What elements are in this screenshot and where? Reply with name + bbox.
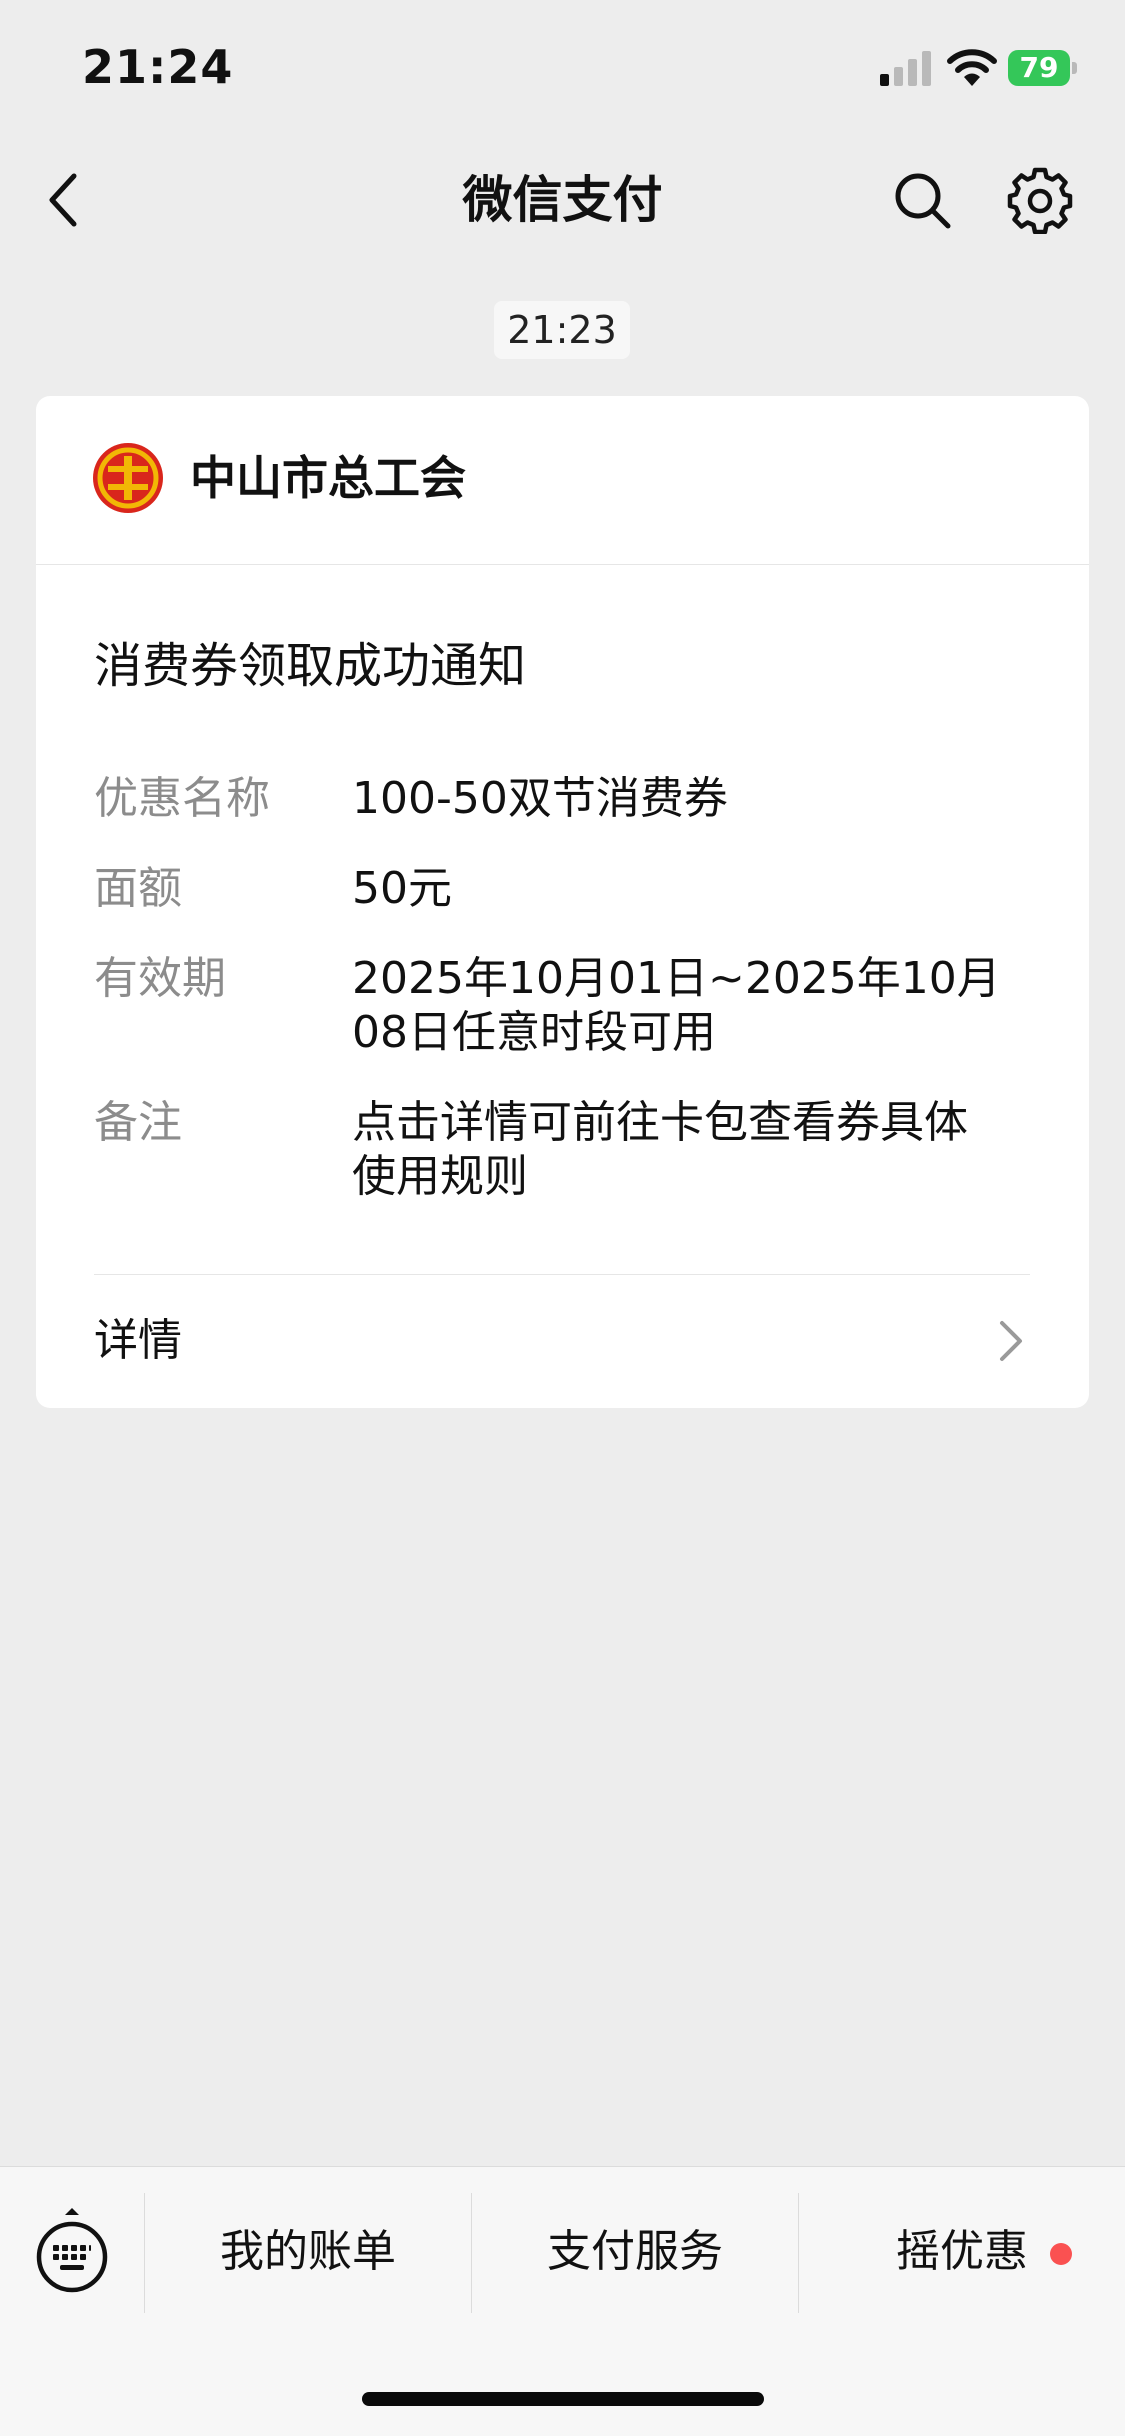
details-link[interactable]: 详情 [36,1275,1089,1408]
details-label: 详情 [94,1315,182,1366]
cellular-signal-icon [880,51,931,86]
notification-card[interactable]: 中山市总工会 消费券领取成功通知 优惠名称 100-50双节消费券 面额 50元… [36,396,1089,1408]
field-label-coupon-name: 优惠名称 [94,773,270,824]
field-value-remark: 点击详情可前往卡包查看券具体使用规则 [352,1097,968,1202]
field-label-validity: 有效期 [94,953,226,1004]
notification-dot [1050,2243,1072,2265]
trade-union-logo-icon [93,443,163,513]
battery-icon: 79 [1008,50,1078,86]
gear-icon[interactable] [1006,166,1074,234]
field-label-remark: 备注 [94,1097,182,1148]
tab-payment-services[interactable]: 支付服务 [472,2217,798,2287]
tab-my-bills[interactable]: 我的账单 [145,2217,471,2287]
status-time: 21:24 [82,40,234,94]
page-title: 微信支付 [462,171,663,229]
status-bar: 21:24 79 [0,0,1125,130]
message-timestamp: 21:23 [494,301,630,359]
field-value-coupon-name: 100-50双节消费券 [352,773,728,824]
field-label-denomination: 面额 [94,863,182,914]
chevron-right-icon [1000,1321,1022,1361]
keyboard-toggle-icon[interactable] [34,2205,110,2295]
field-value-validity: 2025年10月01日~2025年10月08日任意时段可用 [352,953,1001,1058]
wifi-icon [947,49,997,86]
battery-cap [1072,62,1077,74]
card-header[interactable]: 中山市总工会 [36,396,1089,565]
notification-title: 消费券领取成功通知 [94,638,527,694]
search-icon[interactable] [890,168,954,232]
nav-bar: 微信支付 [0,140,1125,260]
tab-shake-discounts[interactable]: 摇优惠 [799,2217,1125,2287]
screen: 21:24 79 微信支付 21:23 中山市总工会 消费券领取成功通知 优惠名… [0,0,1125,2436]
org-name: 中山市总工会 [190,451,466,505]
battery-level: 79 [1008,50,1070,86]
home-indicator[interactable] [362,2392,764,2406]
field-value-denomination: 50元 [352,863,452,914]
